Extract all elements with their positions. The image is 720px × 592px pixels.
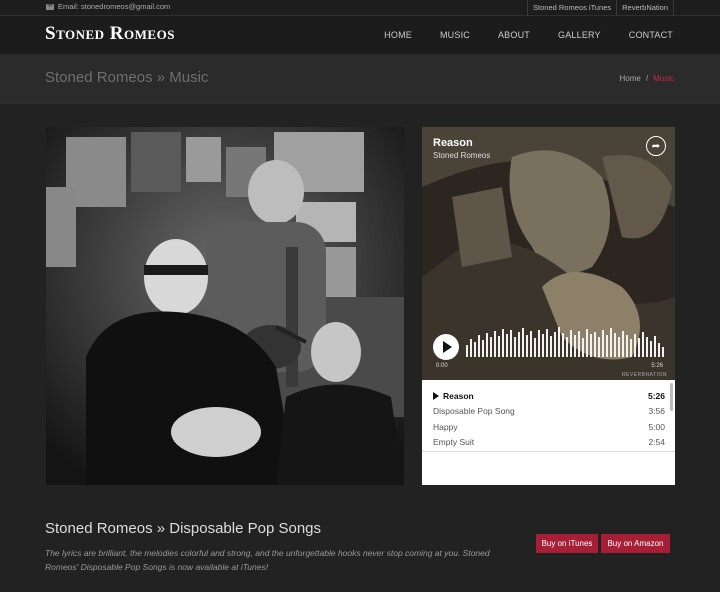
reverbnation-link[interactable]: ReverbNation: [616, 0, 674, 16]
breadcrumb: Home / Music: [620, 74, 674, 83]
buy-amazon-button[interactable]: Buy on Amazon: [601, 534, 670, 553]
main-nav: HOME MUSIC ABOUT GALLERY CONTACT: [370, 16, 687, 54]
nav-about[interactable]: ABOUT: [484, 16, 544, 54]
top-links: Stoned Romeos iTunes ReverbNation: [527, 0, 674, 16]
track-name: Disposable Pop Song: [433, 406, 515, 417]
album-title: Stoned Romeos » Disposable Pop Songs: [45, 520, 322, 537]
reverbnation-brand[interactable]: REVERBNATION: [622, 372, 667, 378]
nav-music[interactable]: MUSIC: [426, 16, 484, 54]
mail-icon: [46, 3, 54, 10]
track-item[interactable]: Happy 5:00: [433, 419, 665, 435]
waveform-scrubber[interactable]: [466, 325, 666, 359]
play-button[interactable]: [433, 334, 459, 360]
track-name: Happy: [433, 421, 458, 432]
time-end: 5:26: [651, 363, 663, 369]
email-text: Email: stonedromeos@gmail.com: [58, 2, 171, 11]
track-list: Reason 5:26 Disposable Pop Song 3:56 Hap…: [422, 380, 675, 452]
play-icon: [433, 391, 439, 400]
contact-email[interactable]: Email: stonedromeos@gmail.com: [46, 2, 170, 11]
breadcrumb-separator: /: [645, 74, 649, 83]
now-playing-artist: Stoned Romeos: [433, 151, 491, 160]
track-name: Reason: [443, 390, 474, 401]
album-art: Reason Stoned Romeos ➦ 0:00 5:26 REVERBN…: [422, 127, 675, 380]
play-icon: [443, 341, 452, 353]
buy-itunes-button[interactable]: Buy on iTunes: [536, 534, 598, 553]
site-header: Stoned Romeos HOME MUSIC ABOUT GALLERY C…: [0, 16, 720, 54]
nav-gallery[interactable]: GALLERY: [544, 16, 615, 54]
track-duration: 3:56: [648, 406, 665, 417]
track-duration: 5:26: [647, 390, 665, 401]
nav-contact[interactable]: CONTACT: [615, 16, 687, 54]
track-duration: 2:54: [648, 437, 665, 448]
track-name: Empty Suit: [433, 437, 475, 448]
breadcrumb-current: Music: [653, 74, 674, 83]
time-start: 0:00: [436, 363, 448, 369]
itunes-link[interactable]: Stoned Romeos iTunes: [527, 0, 616, 16]
top-bar: Email: stonedromeos@gmail.com Stoned Rom…: [0, 0, 720, 16]
track-item[interactable]: Reason 5:26: [433, 388, 665, 404]
band-photo: [46, 127, 404, 485]
site-logo[interactable]: Stoned Romeos: [45, 23, 175, 45]
tracklist-scrollbar[interactable]: [670, 383, 673, 411]
now-playing-title: Reason: [433, 137, 473, 149]
track-item[interactable]: Disposable Pop Song 3:56: [433, 404, 665, 420]
nav-home[interactable]: HOME: [370, 16, 426, 54]
album-description: The lyrics are brilliant, the melodies c…: [45, 548, 490, 572]
page-title: Stoned Romeos » Music: [45, 69, 209, 86]
page-title-bar: Stoned Romeos » Music Home / Music: [0, 54, 720, 104]
breadcrumb-home[interactable]: Home: [620, 74, 641, 83]
music-player: Reason Stoned Romeos ➦ 0:00 5:26 REVERBN…: [422, 127, 675, 485]
track-duration: 5:00: [648, 421, 665, 432]
share-icon[interactable]: ➦: [646, 136, 666, 156]
track-item[interactable]: Empty Suit 2:54: [433, 435, 665, 451]
